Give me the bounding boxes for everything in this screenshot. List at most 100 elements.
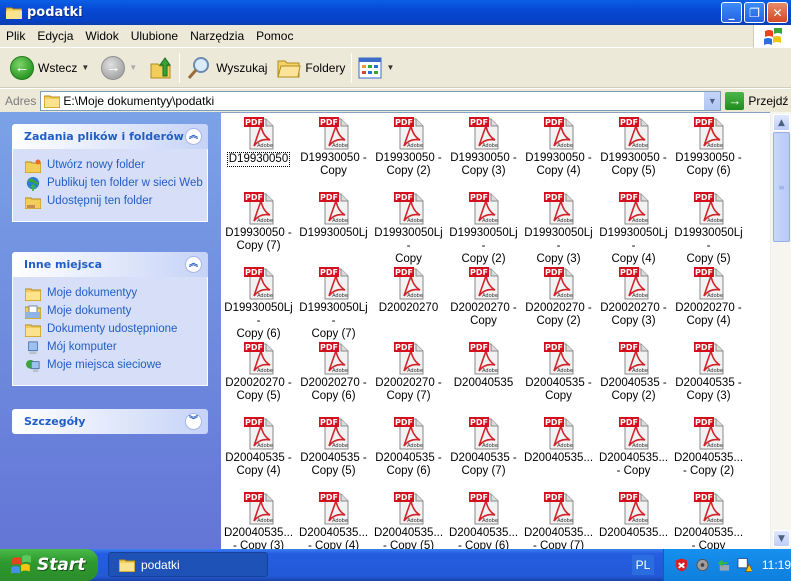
file-item[interactable]: PDF Adobe D20040535 - Copy (3) xyxy=(671,338,746,413)
title-bar[interactable]: podatki _ ❐ ✕ xyxy=(0,0,791,25)
file-item[interactable]: PDF Adobe D20040535 - Copy xyxy=(521,338,596,413)
file-item[interactable]: PDF Adobe D20040535... - Copy (7) xyxy=(521,488,596,549)
file-item[interactable]: PDF Adobe D20040535... xyxy=(596,488,671,549)
task-share-folder[interactable]: Udostępnij ten folder xyxy=(25,195,207,209)
file-name: D19930050Lj xyxy=(299,227,368,239)
file-item[interactable]: PDF Adobe D19930050Lj - Copy (5) xyxy=(671,188,746,265)
menu-file[interactable]: Plik xyxy=(0,29,31,43)
place-my-computer[interactable]: Mój komputer xyxy=(25,341,207,355)
place-shared-documents[interactable]: Dokumenty udostępnione xyxy=(25,323,207,337)
file-item[interactable]: PDF Adobe D20040535 - Copy (4) xyxy=(221,413,296,488)
place-moje-dokumentyy[interactable]: Moje dokumentyy xyxy=(25,287,207,301)
close-button[interactable]: ✕ xyxy=(767,2,788,23)
scroll-thumb[interactable]: ≡ xyxy=(773,132,790,242)
taskbar-item-podatki[interactable]: podatki xyxy=(108,552,268,577)
file-item[interactable]: PDF Adobe D19930050Lj - Copy (7) xyxy=(296,263,371,340)
address-dropdown-button[interactable]: ▼ xyxy=(703,91,721,110)
file-item[interactable]: PDF Adobe D20040535 - Copy (7) xyxy=(446,413,521,488)
file-list[interactable]: PDF Adobe D19930050 PDF Adobe D19930050 - Cop… xyxy=(221,112,770,549)
file-item[interactable]: PDF Adobe D20040535... - Copy (5) xyxy=(371,488,446,549)
scroll-down-button[interactable]: ▼ xyxy=(773,530,790,547)
expand-icon[interactable]: ︾ xyxy=(185,413,202,430)
svg-text:Adobe: Adobe xyxy=(332,518,348,524)
file-item[interactable]: PDF Adobe D20020270 - Copy (2) xyxy=(521,263,596,338)
file-item[interactable]: PDF Adobe D20020270 xyxy=(371,263,446,338)
file-item[interactable]: PDF Adobe D20040535 xyxy=(446,338,521,413)
start-button[interactable]: Start xyxy=(0,549,98,581)
file-item[interactable]: PDF Adobe D20020270 - Copy (5) xyxy=(221,338,296,413)
menu-help[interactable]: Pomoc xyxy=(250,29,299,43)
forward-dropdown-icon[interactable]: ▼ xyxy=(129,63,137,72)
file-item[interactable]: PDF Adobe D20020270 - Copy (4) xyxy=(671,263,746,338)
clock[interactable]: 11:19 xyxy=(762,558,791,572)
file-item[interactable]: PDF Adobe D19930050 - Copy (2) xyxy=(371,113,446,188)
up-folder-button[interactable] xyxy=(146,56,176,80)
file-tasks-panel: Zadania plików i folderów ︽ Utwórz nowy … xyxy=(12,124,208,222)
file-item[interactable]: PDF Adobe D20040535... - Copy xyxy=(596,413,671,488)
file-item[interactable]: PDF Adobe D19930050Lj - Copy (2) xyxy=(446,188,521,265)
details-header[interactable]: Szczegóły ︾ xyxy=(12,409,208,434)
svg-text:Adobe: Adobe xyxy=(557,368,573,374)
file-item[interactable]: PDF Adobe D20040535... - Copy (3) xyxy=(221,488,296,549)
menu-favorites[interactable]: Ulubione xyxy=(125,29,184,43)
menu-edit[interactable]: Edycja xyxy=(31,29,79,43)
svg-text:Adobe: Adobe xyxy=(407,143,423,149)
forward-button[interactable]: → ▼ xyxy=(98,55,140,80)
file-item[interactable]: PDF Adobe D20040535 - Copy (5) xyxy=(296,413,371,488)
file-item[interactable]: PDF Adobe D19930050Lj - Copy (3) xyxy=(521,188,596,265)
collapse-icon[interactable]: ︽ xyxy=(185,256,202,273)
views-button[interactable]: ▼ xyxy=(355,57,397,79)
file-item[interactable]: PDF Adobe D19930050Lj - Copy xyxy=(371,188,446,265)
security-center-warning-icon[interactable] xyxy=(737,557,752,573)
file-item[interactable]: PDF Adobe D19930050 - Copy (6) xyxy=(671,113,746,188)
file-item[interactable]: PDF Adobe D19930050Lj - Copy (4) xyxy=(596,188,671,265)
file-item[interactable]: PDF Adobe D20020270 - Copy xyxy=(446,263,521,338)
file-name: D19930050 - Copy xyxy=(300,152,367,177)
menu-tools[interactable]: Narzędzia xyxy=(184,29,250,43)
file-item[interactable]: PDF Adobe D19930050 - Copy (7) xyxy=(221,188,296,263)
file-item[interactable]: PDF Adobe D19930050Lj - Copy (6) xyxy=(221,263,296,340)
menu-view[interactable]: Widok xyxy=(79,29,124,43)
file-item[interactable]: PDF Adobe D20020270 - Copy (7) xyxy=(371,338,446,413)
language-indicator[interactable]: PL xyxy=(632,555,654,575)
file-item[interactable]: PDF Adobe D20040535 - Copy (6) xyxy=(371,413,446,488)
collapse-icon[interactable]: ︽ xyxy=(185,128,202,145)
file-item[interactable]: PDF Adobe D20040535... - Copy xyxy=(671,488,746,549)
search-button[interactable]: Wyszukaj xyxy=(183,55,270,81)
file-item[interactable]: PDF Adobe D20040535... - Copy (4) xyxy=(296,488,371,549)
place-my-documents[interactable]: Moje dokumenty xyxy=(25,305,207,319)
svg-text:PDF: PDF xyxy=(695,493,713,502)
volume-icon[interactable] xyxy=(695,557,710,573)
file-item[interactable]: PDF Adobe D20040535 - Copy (2) xyxy=(596,338,671,413)
file-item[interactable]: PDF Adobe D19930050Lj xyxy=(296,188,371,263)
file-item[interactable]: PDF Adobe D19930050 xyxy=(221,113,296,188)
network-connection-icon[interactable] xyxy=(716,557,731,573)
back-dropdown-icon[interactable]: ▼ xyxy=(81,63,89,72)
vertical-scrollbar[interactable]: ▲ ≡ ▼ xyxy=(770,112,791,549)
file-item[interactable]: PDF Adobe D20020270 - Copy (3) xyxy=(596,263,671,338)
network-icon xyxy=(26,359,40,373)
file-tasks-header[interactable]: Zadania plików i folderów ︽ xyxy=(12,124,208,149)
file-item[interactable]: PDF Adobe D19930050 - Copy (4) xyxy=(521,113,596,188)
views-dropdown-icon[interactable]: ▼ xyxy=(386,63,394,72)
file-item[interactable]: PDF Adobe D19930050 - Copy (3) xyxy=(446,113,521,188)
task-new-folder[interactable]: Utwórz nowy folder xyxy=(25,159,207,173)
file-item[interactable]: PDF Adobe D20040535... xyxy=(521,413,596,488)
address-input[interactable]: E:\Moje dokumentyy\podatki ▼ xyxy=(40,90,722,111)
minimize-button[interactable]: _ xyxy=(721,2,742,23)
file-item[interactable]: PDF Adobe D20040535... - Copy (2) xyxy=(671,413,746,488)
scroll-up-button[interactable]: ▲ xyxy=(773,114,790,131)
folders-button[interactable]: Foldery xyxy=(274,57,348,79)
other-places-header[interactable]: Inne miejsca ︽ xyxy=(12,252,208,277)
place-network[interactable]: Moje miejsca sieciowe xyxy=(25,359,207,373)
file-item[interactable]: PDF Adobe D20020270 - Copy (6) xyxy=(296,338,371,413)
restore-button[interactable]: ❐ xyxy=(744,2,765,23)
file-item[interactable]: PDF Adobe D19930050 - Copy (5) xyxy=(596,113,671,188)
file-item[interactable]: PDF Adobe D20040535... - Copy (6) xyxy=(446,488,521,549)
security-alert-icon[interactable] xyxy=(674,557,689,573)
go-button[interactable]: → Przejdź xyxy=(725,91,788,110)
back-button[interactable]: ← Wstecz ▼ xyxy=(7,55,92,80)
svg-text:Adobe: Adobe xyxy=(632,293,648,299)
task-publish-web[interactable]: Publikuj ten folder w sieci Web xyxy=(25,177,207,191)
file-item[interactable]: PDF Adobe D19930050 - Copy xyxy=(296,113,371,188)
